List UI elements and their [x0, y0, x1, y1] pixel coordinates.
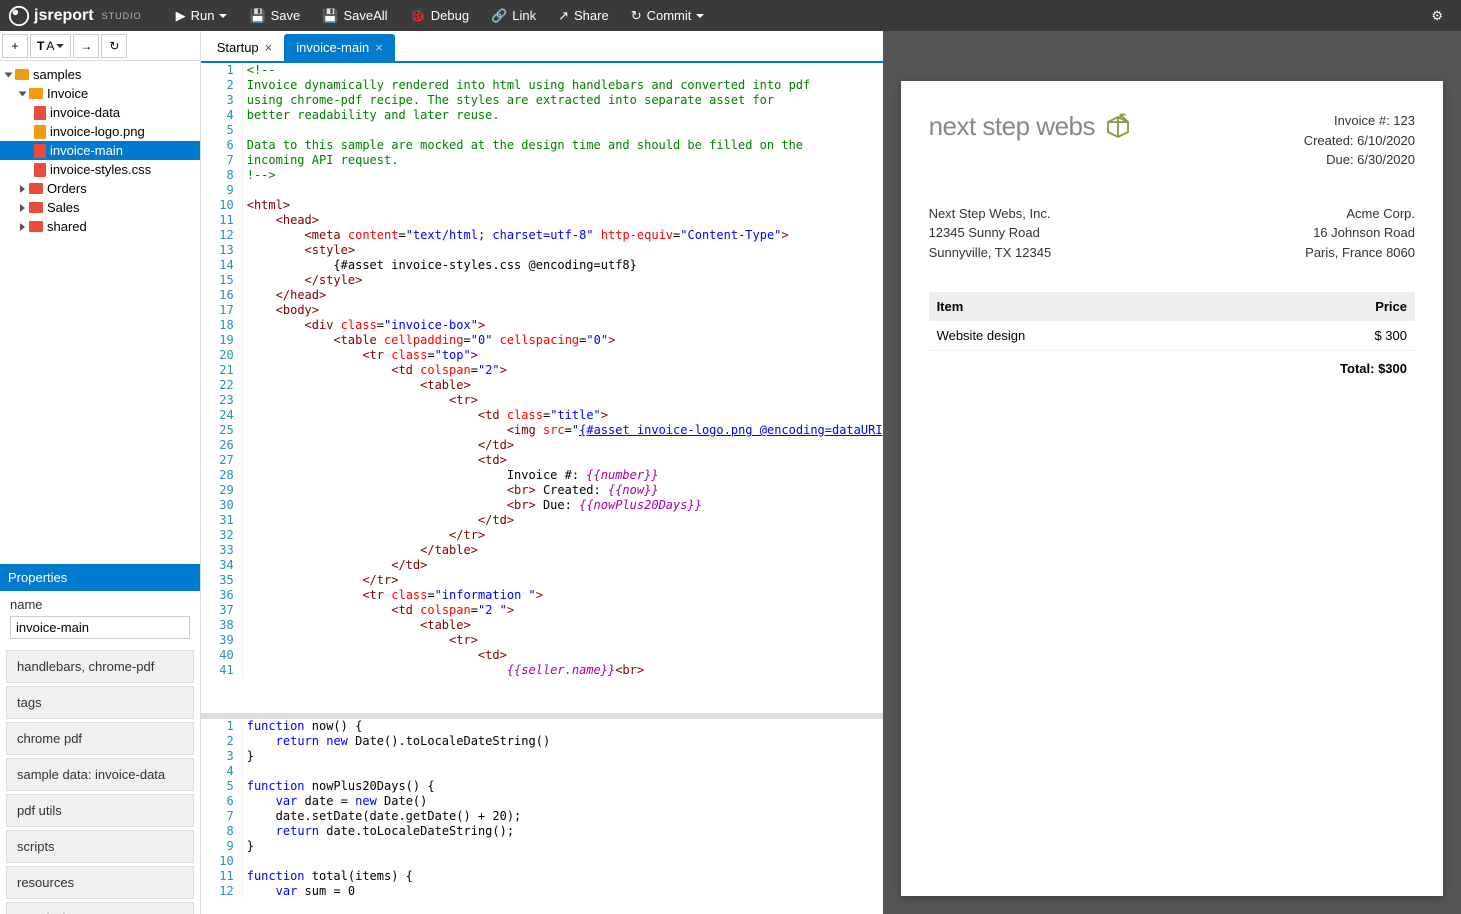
tree-item-invoice-main[interactable]: invoice-main: [0, 141, 200, 160]
studio-badge: STUDIO: [102, 11, 142, 21]
goto-button[interactable]: →: [73, 34, 99, 58]
tab-invoice-main[interactable]: invoice-main×: [284, 34, 395, 61]
close-icon[interactable]: ×: [375, 40, 383, 55]
brand: jsreport: [34, 7, 94, 25]
topbar: jsreport STUDIO ▶Run 💾Save 💾SaveAll 🐞Deb…: [0, 0, 1461, 31]
tree-folder-orders[interactable]: Orders: [0, 179, 200, 198]
link-button[interactable]: 🔗Link: [481, 3, 546, 29]
folder-icon: [15, 69, 29, 80]
prop-row[interactable]: handlebars, chrome-pdf: [6, 650, 194, 683]
save-button[interactable]: 💾Save: [239, 3, 310, 29]
prop-row[interactable]: permissions: [6, 902, 194, 914]
invoice-total: Total: $300: [929, 351, 1415, 386]
tree-item-invoice-styles[interactable]: invoice-styles.css: [0, 160, 200, 179]
settings-button[interactable]: ⚙: [1421, 3, 1453, 29]
refresh-button[interactable]: ↻: [101, 34, 127, 58]
share-button[interactable]: ↗Share: [548, 3, 619, 29]
add-button[interactable]: +: [2, 34, 28, 58]
folder-icon: [29, 221, 43, 232]
run-button[interactable]: ▶Run: [166, 3, 238, 29]
properties-panel: name handlebars, chrome-pdftagschrome pd…: [0, 591, 200, 914]
prop-row[interactable]: chrome pdf: [6, 722, 194, 755]
folder-icon: [29, 183, 43, 194]
invoice-logo: next step webs: [929, 111, 1133, 142]
tree: samples Invoice invoice-data invoice-log…: [0, 61, 200, 240]
invoice-meta: Invoice #: 123 Created: 6/10/2020 Due: 6…: [1304, 111, 1415, 170]
save-all-icon: 💾: [322, 8, 338, 24]
save-all-button[interactable]: 💾SaveAll: [312, 3, 397, 29]
template-editor[interactable]: 1234567891011121314151617181920212223242…: [201, 63, 883, 719]
logo: jsreport STUDIO: [8, 5, 142, 27]
tree-folder-invoice[interactable]: Invoice: [0, 84, 200, 103]
chevron-down-icon: [696, 14, 704, 18]
play-icon: ▶: [176, 8, 186, 24]
invoice-table: ItemPrice Website design$ 300: [929, 292, 1415, 351]
sidebar: + T A → ↻ samples Invoice invoice-data i…: [0, 31, 201, 914]
prop-row[interactable]: pdf utils: [6, 794, 194, 827]
folder-icon: [29, 88, 43, 99]
save-icon: 💾: [249, 8, 265, 24]
data-icon: [34, 106, 46, 120]
image-icon: [34, 125, 46, 139]
sidebar-toolbar: + T A → ↻: [0, 31, 200, 61]
preview-panel: next step webs Invoice #: 123 Created: 6…: [883, 31, 1461, 914]
template-icon: [34, 144, 46, 158]
tree-folder-sales[interactable]: Sales: [0, 198, 200, 217]
close-icon[interactable]: ×: [265, 40, 273, 55]
bug-icon: 🐞: [410, 8, 426, 24]
caret-icon: [5, 72, 13, 77]
caret-icon: [20, 223, 25, 231]
filter-text-button[interactable]: T A: [30, 34, 71, 58]
editor-area: Startup× invoice-main× 12345678910111213…: [201, 31, 883, 914]
caret-icon: [20, 204, 25, 212]
folder-icon: [29, 202, 43, 213]
invoice-to: Acme Corp.16 Johnson RoadParis, France 8…: [1305, 204, 1415, 263]
preview-page: next step webs Invoice #: 123 Created: 6…: [901, 81, 1443, 896]
commit-button[interactable]: ↻Commit: [621, 3, 715, 29]
cube-arrow-icon: [1103, 112, 1133, 142]
commit-icon: ↻: [631, 8, 642, 24]
caret-icon: [19, 91, 27, 96]
prop-row[interactable]: tags: [6, 686, 194, 719]
link-icon: 🔗: [491, 8, 507, 24]
tree-folder-samples[interactable]: samples: [0, 65, 200, 84]
invoice-from: Next Step Webs, Inc.12345 Sunny RoadSunn…: [929, 204, 1052, 263]
debug-button[interactable]: 🐞Debug: [400, 3, 480, 29]
chevron-down-icon: [219, 14, 227, 18]
prop-name-label: name: [0, 591, 200, 614]
tree-item-invoice-data[interactable]: invoice-data: [0, 103, 200, 122]
helpers-editor[interactable]: 123456789101112 function now() { return …: [201, 719, 883, 914]
css-icon: [34, 163, 46, 177]
gear-icon: ⚙: [1431, 8, 1443, 24]
prop-row[interactable]: scripts: [6, 830, 194, 863]
tab-startup[interactable]: Startup×: [205, 34, 285, 61]
toolbar: ▶Run 💾Save 💾SaveAll 🐞Debug 🔗Link ↗Share …: [166, 3, 715, 29]
tab-strip: Startup× invoice-main×: [201, 31, 883, 63]
properties-header: Properties: [0, 564, 200, 591]
prop-row[interactable]: resources: [6, 866, 194, 899]
caret-icon: [20, 185, 25, 193]
tree-folder-shared[interactable]: shared: [0, 217, 200, 236]
prop-row[interactable]: sample data: invoice-data: [6, 758, 194, 791]
share-icon: ↗: [558, 8, 569, 24]
tree-item-invoice-logo[interactable]: invoice-logo.png: [0, 122, 200, 141]
prop-name-input[interactable]: [10, 616, 190, 639]
